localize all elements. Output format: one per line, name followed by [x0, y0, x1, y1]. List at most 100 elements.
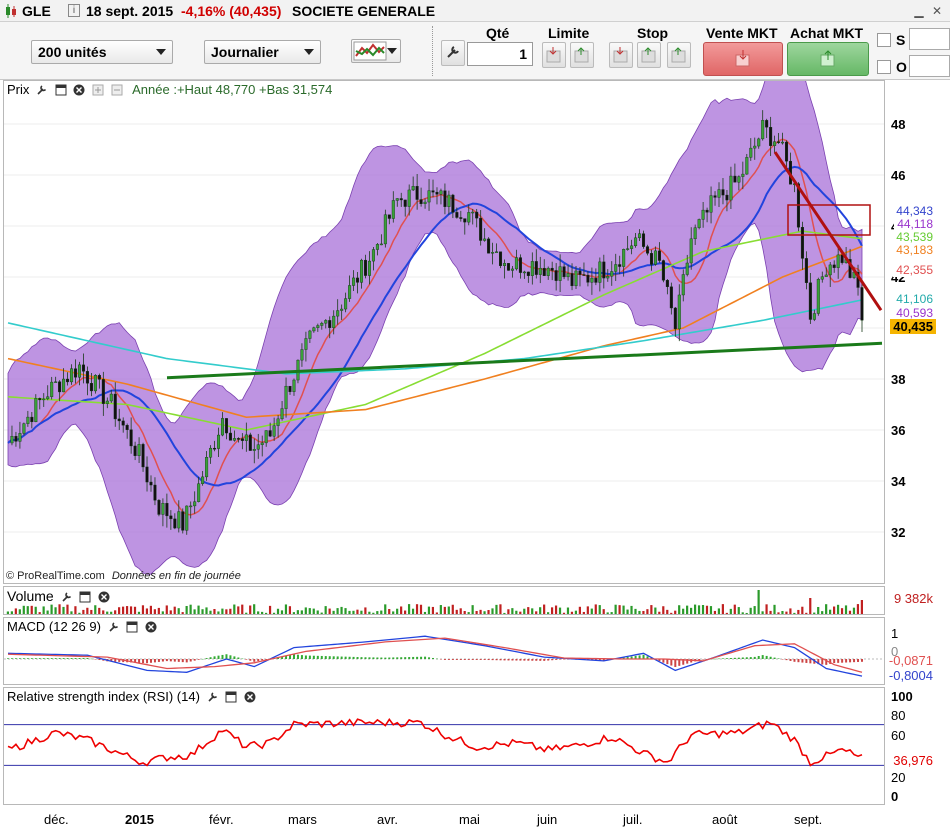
zoom-out-icon[interactable]	[111, 84, 123, 96]
candle-body	[824, 274, 828, 277]
candle-body	[832, 264, 836, 268]
zoom-in-icon[interactable]	[92, 84, 104, 96]
rsi-chart[interactable]	[4, 688, 885, 805]
close-icon[interactable]	[98, 590, 110, 603]
macd-histogram-bar	[336, 656, 339, 659]
macd-histogram-bar	[344, 656, 347, 659]
candle-body	[367, 260, 371, 276]
volume-bar	[638, 610, 641, 614]
stop-buy-button[interactable]	[609, 42, 633, 68]
candle-body	[741, 173, 745, 177]
volume-chart[interactable]	[4, 587, 885, 615]
maximize-icon[interactable]	[79, 590, 91, 603]
volume-bar	[340, 606, 343, 614]
period-select[interactable]: Journalier	[204, 40, 321, 64]
macd-histogram-bar	[451, 659, 454, 660]
macd-histogram-bar	[861, 659, 863, 662]
sell-mkt-button[interactable]	[703, 42, 783, 76]
signal-value: -0,8004	[888, 668, 933, 683]
wrench-icon[interactable]	[61, 590, 73, 602]
indicator-button[interactable]	[351, 39, 401, 63]
volume-bar	[149, 605, 152, 614]
candle-body	[403, 199, 407, 207]
macd-histogram-bar	[559, 659, 562, 660]
volume-bar	[415, 604, 419, 614]
volume-bar	[46, 610, 49, 614]
macd-histogram-bar	[396, 657, 399, 659]
o-input[interactable]	[909, 55, 950, 77]
maximize-icon[interactable]	[126, 621, 138, 633]
units-select[interactable]: 200 unités	[31, 40, 173, 64]
macd-histogram-bar	[412, 656, 415, 659]
close-icon[interactable]	[145, 621, 157, 633]
candle-body	[264, 430, 268, 444]
qty-input[interactable]: 1	[467, 42, 533, 66]
price-chart[interactable]	[4, 81, 885, 584]
macd-histogram-bar	[249, 659, 252, 661]
volume-bar	[209, 610, 212, 614]
x-axis-label: mars	[288, 812, 317, 827]
wrench-icon[interactable]	[207, 691, 219, 703]
close-icon[interactable]	[244, 691, 256, 703]
macd-histogram-bar	[718, 658, 721, 660]
price-panel-header: Prix Année :+Haut 48,770 +Bas 31,574	[7, 82, 333, 97]
volume-bar	[725, 612, 728, 614]
macd-histogram-bar	[547, 659, 550, 661]
volume-bar	[844, 605, 848, 614]
macd-histogram-bar	[392, 657, 395, 659]
candle-body	[268, 430, 272, 437]
candle-body	[344, 298, 348, 310]
volume-bar	[201, 609, 204, 614]
candle-body	[185, 505, 189, 531]
candle-body	[387, 214, 391, 219]
macd-histogram-bar	[507, 659, 510, 661]
candle-body	[522, 271, 526, 274]
limit-buy-button[interactable]	[542, 42, 566, 68]
volume-bar	[300, 610, 303, 614]
s-input[interactable]	[909, 28, 950, 50]
maximize-icon[interactable]	[225, 691, 237, 703]
o-checkbox[interactable]	[877, 60, 891, 74]
volume-bar	[451, 604, 454, 614]
volume-bar	[70, 611, 73, 614]
macd-histogram-bar	[70, 658, 73, 659]
volume-bar	[86, 607, 89, 614]
stop-sell-button[interactable]	[637, 42, 661, 68]
macd-histogram-bar	[729, 658, 732, 659]
wrench-icon[interactable]	[108, 621, 120, 633]
minimize-icon[interactable]: ▁	[912, 4, 926, 18]
macd-histogram-bar	[543, 659, 546, 661]
volume-bar	[129, 606, 133, 614]
wrench-icon[interactable]	[36, 84, 48, 96]
s-checkbox[interactable]	[877, 33, 891, 47]
candle-body	[423, 201, 427, 204]
volume-bar	[423, 611, 427, 614]
close-icon[interactable]: ✕	[930, 4, 944, 18]
volume-bar	[185, 605, 188, 614]
stop-extra-button[interactable]	[667, 42, 691, 68]
maximize-icon[interactable]	[55, 84, 67, 96]
volume-bar	[66, 604, 69, 614]
macd-histogram-bar	[340, 656, 343, 659]
macd-histogram-bar	[42, 658, 45, 659]
volume-bar	[38, 612, 41, 614]
volume-bar	[304, 607, 307, 614]
candle-body	[312, 327, 316, 332]
macd-histogram-bar	[217, 655, 220, 659]
candle-body	[324, 320, 328, 324]
macd-panel: MACD (12 26 9)	[3, 617, 885, 685]
macd-histogram-bar	[733, 657, 736, 659]
candle-body	[292, 379, 296, 392]
volume-bar	[570, 611, 574, 614]
volume-bar	[336, 608, 339, 614]
wrench-button[interactable]	[441, 40, 465, 66]
candle-body	[808, 282, 812, 320]
buy-mkt-button[interactable]	[787, 42, 869, 76]
info-icon[interactable]: i	[68, 4, 80, 17]
close-icon[interactable]	[73, 84, 85, 96]
macd-histogram-bar	[181, 659, 184, 663]
limit-sell-button[interactable]	[570, 42, 594, 68]
macd-histogram-bar	[702, 659, 705, 660]
volume-bar	[30, 605, 33, 614]
candle-body	[860, 287, 864, 321]
